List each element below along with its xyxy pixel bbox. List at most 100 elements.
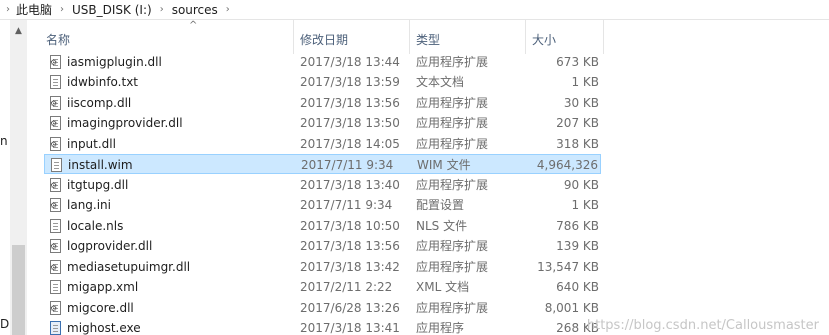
file-row[interactable]: logprovider.dll 2017/3/18 13:56 应用程序扩展 1… bbox=[44, 236, 601, 256]
file-name: logprovider.dll bbox=[67, 239, 153, 253]
file-name: install.wim bbox=[68, 158, 133, 172]
file-size: 1 KB bbox=[571, 198, 599, 212]
nav-item-partial[interactable]: n bbox=[0, 134, 8, 148]
file-row[interactable]: migapp.xml 2017/2/11 2:22 XML 文档 640 KB bbox=[44, 277, 601, 297]
file-type: 应用程序扩展 bbox=[416, 239, 489, 253]
file-row[interactable]: mediasetupuimgr.dll 2017/3/18 13:42 应用程序… bbox=[44, 257, 601, 277]
file-row[interactable]: input.dll 2017/3/18 14:05 应用程序扩展 318 KB bbox=[44, 134, 601, 154]
file-icon bbox=[51, 158, 62, 172]
file-row[interactable]: imagingprovider.dll 2017/3/18 13:50 应用程序… bbox=[44, 113, 601, 133]
breadcrumb-usb-disk[interactable]: USB_DISK (I:) bbox=[72, 3, 152, 17]
gear-file-icon bbox=[50, 239, 61, 253]
breadcrumb-this-pc[interactable]: 此电脑 bbox=[16, 1, 52, 18]
file-date: 2017/7/11 9:34 bbox=[301, 158, 394, 172]
watermark-text: https://blog.csdn.net/Callousmaster bbox=[586, 318, 819, 333]
file-type: 应用程序扩展 bbox=[416, 137, 489, 151]
file-name: idwbinfo.txt bbox=[67, 75, 139, 89]
file-name: input.dll bbox=[67, 137, 116, 151]
column-header-name[interactable]: 名称 bbox=[46, 33, 70, 54]
file-row[interactable]: locale.nls 2017/3/18 10:50 NLS 文件 786 KB bbox=[44, 216, 601, 236]
file-name: migapp.xml bbox=[67, 280, 139, 294]
file-size: 318 KB bbox=[556, 137, 599, 151]
file-size: 90 KB bbox=[563, 178, 599, 192]
file-size: 786 KB bbox=[556, 219, 599, 233]
scroll-up-arrow-icon[interactable]: ▲ bbox=[10, 26, 27, 36]
file-explorer-window: › 此电脑 › USB_DISK (I:) › sources › n D: ▲… bbox=[0, 0, 829, 335]
file-date: 2017/3/18 13:50 bbox=[300, 116, 400, 130]
address-bar[interactable]: › 此电脑 › USB_DISK (I:) › sources › bbox=[0, 0, 829, 20]
file-size: 30 KB bbox=[563, 96, 599, 110]
file-type: NLS 文件 bbox=[416, 219, 468, 233]
file-type: 应用程序扩展 bbox=[416, 116, 489, 130]
gear-file-icon bbox=[50, 137, 61, 151]
file-row[interactable]: lang.ini 2017/7/11 9:34 配置设置 1 KB bbox=[44, 195, 601, 215]
file-name: iasmigplugin.dll bbox=[67, 55, 162, 69]
file-row[interactable]: migcore.dll 2017/6/28 13:26 应用程序扩展 8,001… bbox=[44, 298, 601, 318]
file-size: 13,547 KB bbox=[537, 260, 599, 274]
sort-ascending-icon: ^ bbox=[189, 20, 198, 31]
file-size: 268 KB bbox=[556, 321, 599, 335]
file-row[interactable]: iiscomp.dll 2017/3/18 13:56 应用程序扩展 30 KB bbox=[44, 93, 601, 113]
file-icon bbox=[50, 219, 61, 233]
file-type: 应用程序 bbox=[416, 321, 465, 335]
file-type: 应用程序扩展 bbox=[416, 55, 489, 69]
file-type: 应用程序扩展 bbox=[416, 301, 489, 315]
file-type: 文本文档 bbox=[416, 75, 465, 89]
file-size: 139 KB bbox=[556, 239, 599, 253]
file-type: 应用程序扩展 bbox=[416, 260, 489, 274]
chevron-right-icon[interactable]: › bbox=[226, 4, 230, 15]
gear-file-icon bbox=[50, 96, 61, 110]
file-type: XML 文档 bbox=[416, 280, 470, 294]
file-row[interactable]: iasmigplugin.dll 2017/3/18 13:44 应用程序扩展 … bbox=[44, 52, 601, 72]
file-date: 2017/3/18 13:56 bbox=[300, 96, 400, 110]
chevron-right-icon[interactable]: › bbox=[160, 4, 164, 15]
file-name: migcore.dll bbox=[67, 301, 134, 315]
gear-file-icon bbox=[50, 198, 61, 212]
navigation-pane[interactable]: n D: bbox=[0, 20, 13, 335]
file-date: 2017/3/18 10:50 bbox=[300, 219, 400, 233]
nav-pane-scrollbar[interactable]: ▲ bbox=[10, 20, 27, 335]
file-date: 2017/6/28 13:26 bbox=[300, 301, 400, 315]
column-divider[interactable] bbox=[409, 20, 410, 54]
column-header-date[interactable]: 修改日期 bbox=[300, 33, 348, 54]
file-name: lang.ini bbox=[67, 198, 111, 212]
gear-file-icon bbox=[50, 178, 61, 192]
exe-file-icon bbox=[50, 321, 61, 335]
column-divider[interactable] bbox=[603, 20, 604, 54]
file-date: 2017/3/18 13:59 bbox=[300, 75, 400, 89]
gear-file-icon bbox=[50, 301, 61, 315]
file-date: 2017/3/18 13:41 bbox=[300, 321, 400, 335]
file-size: 207 KB bbox=[556, 116, 599, 130]
file-size: 1 KB bbox=[571, 75, 599, 89]
column-header-size[interactable]: 大小 bbox=[532, 33, 556, 54]
column-divider[interactable] bbox=[293, 20, 294, 54]
file-type: 配置设置 bbox=[416, 198, 465, 212]
file-date: 2017/3/18 13:56 bbox=[300, 239, 400, 253]
file-date: 2017/3/18 14:05 bbox=[300, 137, 400, 151]
scrollbar-thumb[interactable] bbox=[12, 245, 25, 335]
column-header-type[interactable]: 类型 bbox=[416, 33, 440, 54]
file-size: 640 KB bbox=[556, 280, 599, 294]
chevron-right-icon[interactable]: › bbox=[60, 4, 64, 15]
file-date: 2017/3/18 13:42 bbox=[300, 260, 400, 274]
text-file-icon bbox=[50, 75, 61, 89]
file-type: WIM 文件 bbox=[417, 158, 471, 172]
file-row-selected[interactable]: install.wim 2017/7/11 9:34 WIM 文件 4,964,… bbox=[44, 154, 601, 174]
chevron-right-icon[interactable]: › bbox=[6, 4, 10, 15]
file-row[interactable]: mighost.exe 2017/3/18 13:41 应用程序 268 KB bbox=[44, 318, 601, 335]
file-date: 2017/2/11 2:22 bbox=[300, 280, 393, 294]
file-size: 4,964,326 bbox=[536, 158, 598, 172]
breadcrumb-sources[interactable]: sources bbox=[172, 3, 218, 17]
file-name: mediasetupuimgr.dll bbox=[67, 260, 191, 274]
text-file-icon bbox=[50, 280, 61, 294]
column-divider[interactable] bbox=[525, 20, 526, 54]
file-size: 673 KB bbox=[556, 55, 599, 69]
file-name: mighost.exe bbox=[67, 321, 141, 335]
file-row[interactable]: idwbinfo.txt 2017/3/18 13:59 文本文档 1 KB bbox=[44, 72, 601, 92]
file-name: iiscomp.dll bbox=[67, 96, 132, 110]
gear-file-icon bbox=[50, 55, 61, 69]
column-header-row: ^ 名称 修改日期 类型 大小 bbox=[28, 20, 829, 54]
file-row[interactable]: itgtupg.dll 2017/3/18 13:40 应用程序扩展 90 KB bbox=[44, 175, 601, 195]
file-type: 应用程序扩展 bbox=[416, 178, 489, 192]
file-name: imagingprovider.dll bbox=[67, 116, 183, 130]
